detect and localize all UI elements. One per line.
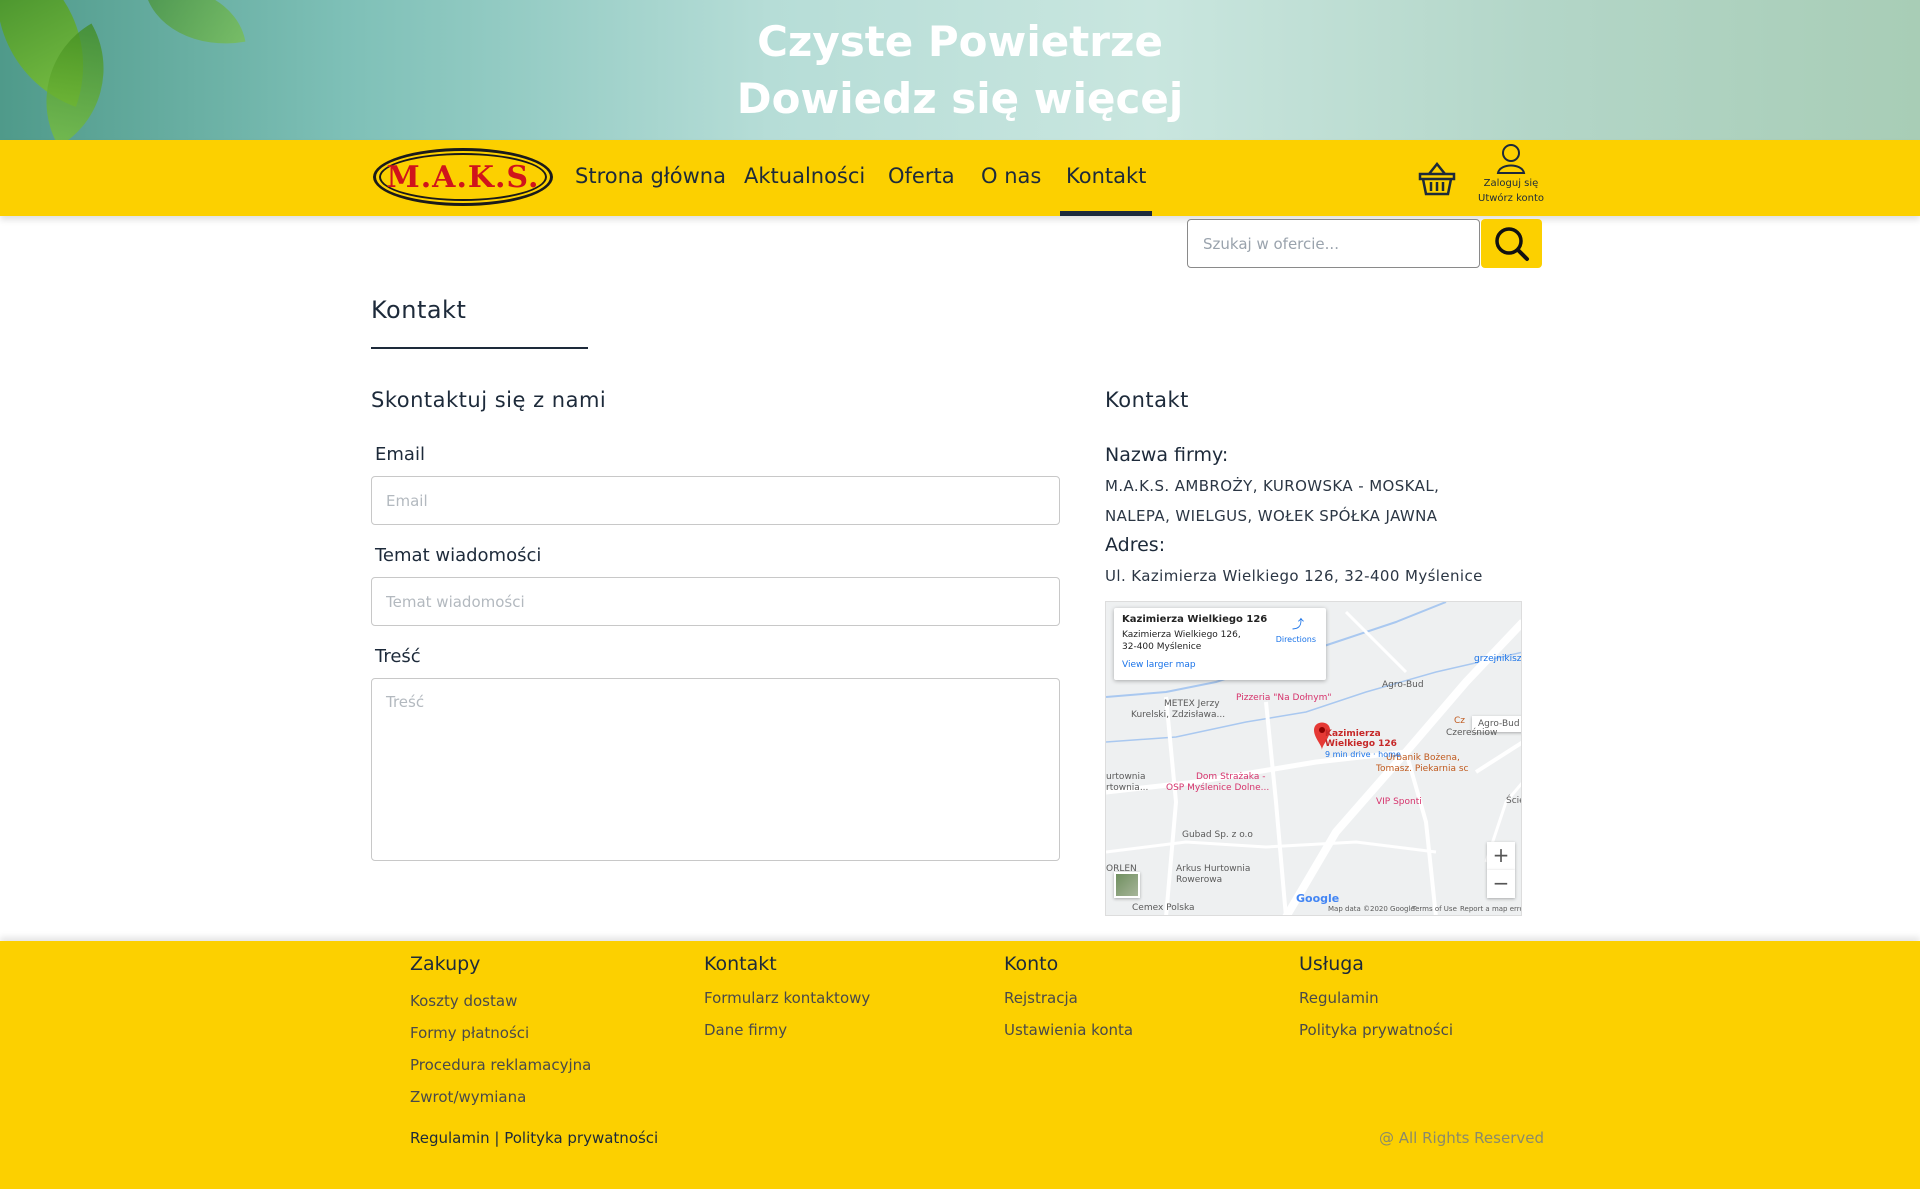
nav-item-home[interactable]: Strona główna	[575, 140, 726, 216]
map-place-label: VIP Sponti	[1376, 797, 1422, 807]
footer-heading-contact: Kontakt	[704, 953, 777, 975]
map-place-label: Czereśniow	[1446, 728, 1498, 738]
message-field[interactable]	[371, 678, 1060, 861]
view-larger-map-link[interactable]: View larger map	[1122, 659, 1318, 671]
map-place-label: rtownia...	[1106, 783, 1149, 793]
location-map[interactable]: Kazimierza Wielkiego 126 Kazimierza Wiel…	[1105, 601, 1522, 916]
form-title: Skontaktuj się z nami	[371, 388, 607, 412]
map-place-label: Arkus Hurtownia	[1176, 864, 1251, 874]
contact-title: Kontakt	[1105, 388, 1189, 412]
map-terms-link[interactable]: Terms of Use	[1412, 905, 1457, 913]
company-name-line-2: NALEPA, WIELGUS, WOŁEK SPÓŁKA JAWNA	[1105, 507, 1438, 525]
main-navbar: M.A.K.S. Strona główna Aktualności Ofert…	[0, 140, 1920, 216]
message-label: Treść	[375, 646, 421, 667]
footer-link[interactable]: Koszty dostaw	[410, 992, 517, 1010]
directions-link[interactable]: Directions	[1276, 634, 1316, 646]
map-place-label: Kurelski, Zdzisława...	[1131, 710, 1226, 720]
map-attribution: Map data ©2020 Google	[1328, 905, 1415, 913]
footer-heading-service: Usługa	[1299, 953, 1364, 975]
footer-link[interactable]: Zwrot/wymiana	[410, 1088, 526, 1106]
banner-line-2: Dowiedz się więcej	[736, 74, 1184, 123]
map-place-label: grzejnikisz	[1474, 654, 1522, 664]
footer-link[interactable]: Formy płatności	[410, 1024, 529, 1042]
promo-banner[interactable]: Czyste Powietrze Dowiedz się więcej	[0, 0, 1920, 140]
subject-field[interactable]	[371, 577, 1060, 626]
zoom-in-button[interactable]: +	[1487, 842, 1515, 870]
footer-link[interactable]: Ustawienia konta	[1004, 1021, 1133, 1039]
map-card-address: Kazimierza Wielkiego 126, 32-400 Myśleni…	[1122, 630, 1241, 652]
map-place-label: Agro-Bud	[1382, 680, 1424, 690]
footer-heading-purchases: Zakupy	[410, 953, 481, 975]
nav-item-news[interactable]: Aktualności	[744, 140, 865, 216]
google-logo: Google	[1296, 892, 1340, 905]
user-icon	[1496, 144, 1526, 174]
directions-icon[interactable]: ⤴	[1292, 618, 1304, 630]
account-menu[interactable]: Zaloguj się Utwórz konto	[1478, 140, 1544, 206]
zoom-out-button[interactable]: −	[1487, 870, 1515, 898]
footer-heading-account: Konto	[1004, 953, 1059, 975]
map-place-label: OSP Myślenice Dolne...	[1166, 783, 1270, 793]
page-title: Kontakt	[371, 296, 467, 324]
search-input[interactable]	[1187, 219, 1480, 268]
email-field[interactable]	[371, 476, 1060, 525]
map-place-label: Tomasz. Piekarnia sc	[1376, 764, 1469, 774]
login-link[interactable]: Zaloguj się	[1478, 176, 1544, 191]
map-place-label: Rowerowa	[1176, 875, 1223, 885]
logo[interactable]: M.A.K.S.	[373, 148, 553, 206]
register-link[interactable]: Utwórz konto	[1478, 191, 1544, 206]
map-place-label: METEX Jerzy	[1164, 699, 1220, 709]
banner-line-1: Czyste Powietrze	[757, 17, 1163, 66]
company-name-line-1: M.A.K.S. AMBROŻY, KUROWSKA - MOSKAL,	[1105, 477, 1440, 495]
map-place-label: Cemex Polska	[1132, 903, 1195, 913]
map-report-link[interactable]: Report a map error	[1460, 905, 1521, 913]
map-place-label: Ście	[1506, 796, 1521, 806]
search-button[interactable]	[1481, 219, 1542, 268]
site-footer: Zakupy Koszty dostaw Formy płatności Pro…	[0, 941, 1920, 1189]
map-card-title: Kazimierza Wielkiego 126	[1122, 614, 1268, 625]
footer-link[interactable]: Polityka prywatności	[1299, 1021, 1453, 1039]
footer-link[interactable]: Regulamin	[1299, 989, 1379, 1007]
subject-label: Temat wiadomości	[375, 545, 542, 566]
map-place-label: Dom Strażaka -	[1196, 772, 1266, 782]
logo-text: M.A.K.S.	[379, 153, 547, 201]
nav-item-offer[interactable]: Oferta	[888, 140, 955, 216]
basket-icon[interactable]	[1418, 161, 1456, 196]
footer-link[interactable]: Rejstracja	[1004, 989, 1078, 1007]
nav-item-contact[interactable]: Kontakt	[1060, 140, 1153, 216]
search-icon	[1495, 227, 1529, 261]
company-label: Nazwa firmy:	[1105, 444, 1229, 466]
title-underline	[371, 347, 588, 349]
nav-item-about[interactable]: O nas	[981, 140, 1041, 216]
footer-link[interactable]: Formularz kontaktowy	[704, 989, 870, 1007]
map-place-label: Cz	[1454, 716, 1466, 726]
map-layer-thumbnail[interactable]	[1114, 872, 1140, 898]
map-place-label: urtownia	[1106, 772, 1146, 782]
footer-legal-links[interactable]: Regulamin | Polityka prywatności	[410, 1129, 658, 1147]
map-place-label: Gubad Sp. z o.o	[1182, 830, 1253, 840]
map-marker-label: Kazimierza	[1325, 729, 1381, 739]
footer-link[interactable]: Procedura reklamacyjna	[410, 1056, 591, 1074]
footer-link[interactable]: Dane firmy	[704, 1021, 787, 1039]
map-marker-label: Wielkiego 126	[1325, 739, 1397, 749]
copyright-text: @ All Rights Reserved	[1378, 1129, 1544, 1147]
map-place-label: Pizzeria "Na Dołnym"	[1236, 693, 1332, 703]
map-info-card: Kazimierza Wielkiego 126 Kazimierza Wiel…	[1114, 608, 1326, 680]
address-label: Adres:	[1105, 534, 1166, 556]
map-marker-sub: 9 min drive · home	[1325, 750, 1401, 759]
address-text: Ul. Kazimierza Wielkiego 126, 32-400 Myś…	[1105, 567, 1483, 585]
email-label: Email	[375, 444, 425, 465]
